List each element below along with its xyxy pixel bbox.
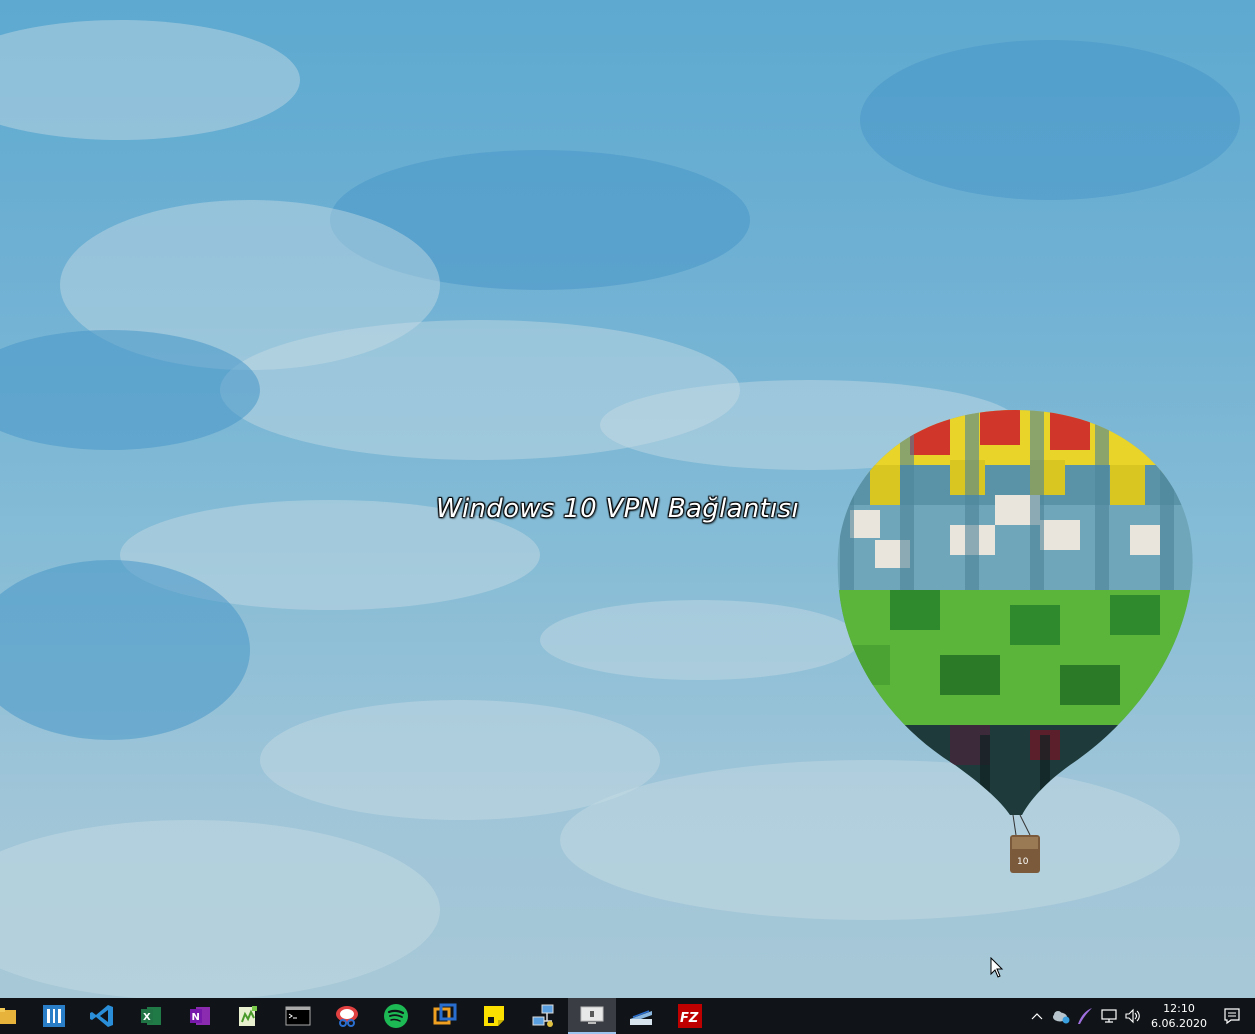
sticky-notes-button[interactable] [470, 998, 518, 1034]
vs-code-icon [90, 1005, 113, 1027]
pen-tray-button[interactable] [1074, 998, 1096, 1034]
cloud-sync-tray-button[interactable] [1050, 998, 1072, 1034]
action-center-button[interactable] [1218, 998, 1246, 1034]
cloud [860, 40, 1240, 200]
clock-date: 6.06.2020 [1151, 1017, 1207, 1030]
svg-text:N: N [192, 1012, 200, 1023]
notification-icon [1224, 1008, 1240, 1025]
sticky-notes-icon [484, 1006, 504, 1026]
cloud-sync-icon [1053, 1011, 1070, 1024]
feather-pen-icon [1078, 1008, 1092, 1024]
virtualbox-button[interactable] [421, 998, 469, 1034]
hot-air-balloon-image: 10 [837, 410, 1193, 873]
network-tool-button[interactable] [519, 998, 567, 1034]
network-tray-button[interactable] [1098, 998, 1120, 1034]
terminal-button[interactable] [274, 998, 322, 1034]
excel-icon: X [141, 1007, 161, 1025]
file-explorer-icon [0, 1008, 16, 1024]
remote-desktop-button[interactable] [568, 998, 616, 1034]
app-store-icon [43, 1005, 65, 1027]
svg-text:FZ: FZ [680, 1011, 699, 1026]
overlay-title: Windows 10 VPN Bağlantısı [436, 494, 800, 524]
vs-code-button[interactable] [78, 998, 126, 1034]
network-icon [1101, 1009, 1117, 1023]
snipping-tool-button[interactable] [323, 998, 371, 1034]
remote-desktop-icon [580, 1006, 604, 1024]
show-hidden-icons-button[interactable] [1026, 998, 1048, 1034]
desktop-wallpaper: Windows 10 VPN Bağlantısı 10 [0, 0, 1255, 998]
spotify-icon [384, 1004, 408, 1028]
file-explorer-button[interactable] [0, 998, 30, 1034]
chevron-up-icon [1031, 1013, 1043, 1020]
filezilla-button[interactable]: FZ [666, 998, 714, 1034]
cloud [540, 600, 860, 680]
scanner-button[interactable] [617, 998, 665, 1034]
terminal-icon [285, 1006, 311, 1026]
taskbar-clock[interactable]: 12:10 6.06.2020 [1146, 998, 1212, 1034]
notepad-plus-icon [239, 1006, 257, 1026]
scanner-icon [630, 1010, 652, 1025]
onenote-icon: N [190, 1007, 210, 1025]
spotify-button[interactable] [372, 998, 420, 1034]
onenote-button[interactable]: N [176, 998, 224, 1034]
svg-text:X: X [143, 1012, 151, 1023]
virtualbox-icon [433, 1003, 457, 1025]
taskbar: X N FZ 12:10 6.06.2020 [0, 998, 1255, 1034]
cloud [0, 820, 440, 998]
balloon-number-label: 10 [1017, 857, 1029, 867]
snipping-tool-icon [336, 1006, 358, 1027]
speaker-icon [1125, 1008, 1140, 1024]
app-store-button[interactable] [30, 998, 78, 1034]
cloud [0, 20, 300, 140]
mouse-cursor-icon [990, 957, 1004, 978]
volume-tray-button[interactable] [1122, 998, 1144, 1034]
clock-time: 12:10 [1163, 1002, 1195, 1015]
network-tool-icon [532, 1004, 554, 1027]
notepad-plus-button[interactable] [224, 998, 272, 1034]
filezilla-icon: FZ [678, 1004, 702, 1028]
excel-button[interactable]: X [127, 998, 175, 1034]
